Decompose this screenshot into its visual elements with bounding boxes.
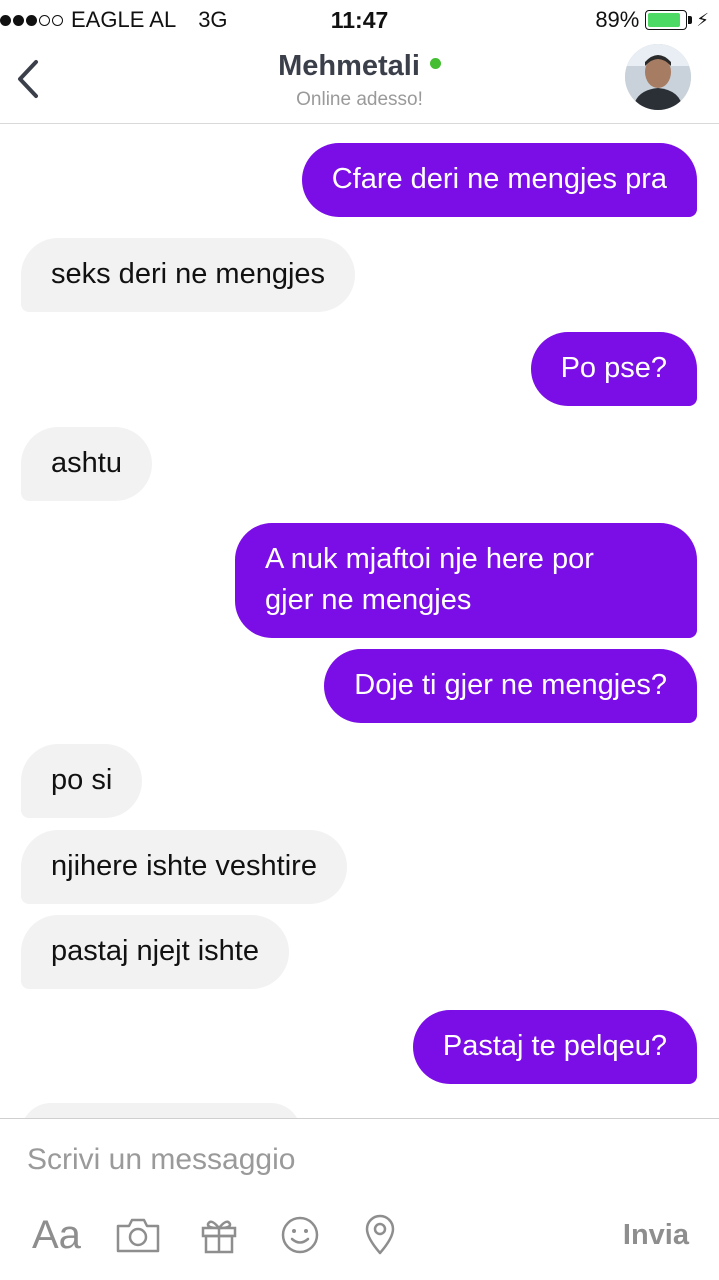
contact-status: Online adesso!: [296, 89, 423, 110]
chat-header: Mehmetali Online adesso!: [0, 40, 719, 124]
battery-percent: 89%: [595, 7, 640, 32]
message-text: po si: [51, 764, 113, 796]
location-pin-icon: [365, 1214, 395, 1255]
gift-button[interactable]: [196, 1207, 242, 1263]
message-text: Pastaj te pelqeu?: [442, 1030, 667, 1062]
message-text: Doje ti gjer ne mengjes?: [354, 669, 667, 701]
message-received[interactable]: seks deri ne mengjes: [21, 238, 356, 312]
message-text: Cfare deri ne mengjes pra: [331, 163, 667, 195]
message-text: Po pse?: [560, 352, 667, 384]
message-sent[interactable]: Pastaj te pelqeu?: [412, 1010, 697, 1084]
contact-info[interactable]: Mehmetali Online adesso!: [0, 50, 719, 111]
message-text: njihere ishte veshtire: [51, 850, 317, 882]
charging-bolt-icon: ⚡: [696, 9, 709, 30]
emoji-icon: [281, 1216, 319, 1254]
status-bar-right: 89% ⚡: [595, 7, 709, 32]
battery-icon: [645, 10, 693, 30]
contact-name: Mehmetali: [278, 50, 420, 82]
text-format-button[interactable]: Aa: [32, 1207, 81, 1263]
message-sent[interactable]: A nuk mjaftoi nje here por gjer ne mengj…: [235, 523, 697, 638]
composer-toolbar: Aa Invia: [0, 1207, 719, 1263]
contact-photo: [625, 44, 691, 110]
gift-icon: [201, 1220, 237, 1254]
message-sent[interactable]: Cfare deri ne mengjes pra: [301, 143, 697, 217]
message-received[interactable]: njihere ishte veshtire: [21, 830, 347, 904]
online-indicator-icon: [429, 58, 441, 69]
message-sent[interactable]: Doje ti gjer ne mengjes?: [324, 649, 697, 723]
emoji-button[interactable]: [278, 1207, 322, 1263]
camera-icon: [116, 1218, 160, 1253]
message-text-line: A nuk mjaftoi nje here por: [265, 543, 594, 575]
camera-button[interactable]: [114, 1207, 162, 1263]
message-sent[interactable]: Po pse?: [530, 332, 697, 406]
send-button[interactable]: Invia: [623, 1207, 689, 1263]
message-received[interactable]: pastaj njejt ishte: [21, 915, 289, 989]
message-text: ashtu: [51, 447, 122, 479]
avatar[interactable]: [625, 44, 691, 110]
message-text-line: gjer ne mengjes: [265, 584, 472, 616]
status-bar: EAGLE AL 3G 11:47 89% ⚡: [0, 0, 719, 40]
message-text: seks deri ne mengjes: [51, 258, 326, 290]
message-received[interactable]: ashtu: [21, 427, 152, 501]
location-button[interactable]: [360, 1207, 400, 1263]
message-text: pastaj njejt ishte: [51, 935, 259, 967]
message-received[interactable]: po si: [21, 744, 143, 818]
composer: Scrivi un messaggio Aa Invia: [0, 1118, 719, 1280]
message-input[interactable]: Scrivi un messaggio: [27, 1143, 295, 1177]
